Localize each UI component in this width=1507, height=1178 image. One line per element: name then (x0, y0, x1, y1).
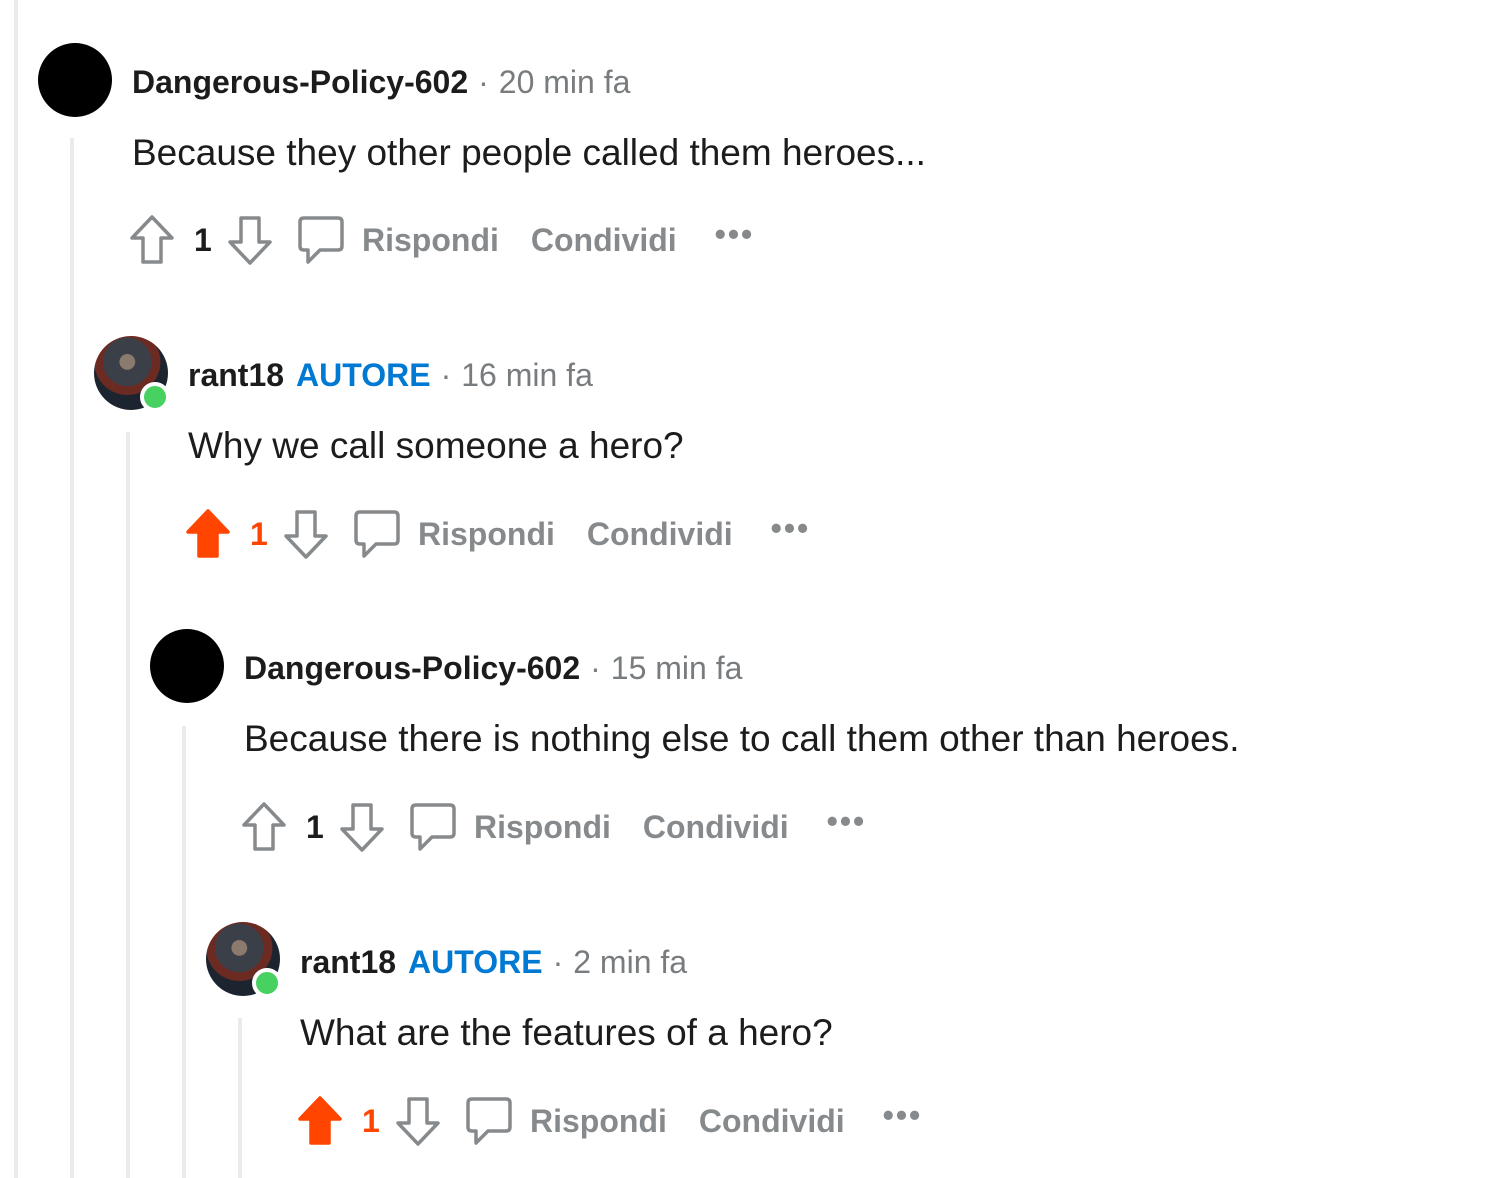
comment-meta: Dangerous-Policy-602 · 15 min fa (244, 648, 742, 688)
upvote-icon[interactable] (240, 801, 288, 853)
comment-bubble-icon (354, 510, 400, 558)
comment-bubble-icon (298, 216, 344, 264)
avatar[interactable] (150, 629, 224, 703)
comment-body: Why we call someone a hero? (188, 425, 684, 466)
thread-line-root[interactable] (14, 0, 18, 1178)
comment-bubble-icon (466, 1097, 512, 1145)
more-options-button[interactable]: ••• (771, 510, 811, 547)
vote-score: 1 (250, 515, 268, 552)
more-options-button[interactable]: ••• (715, 216, 755, 253)
reply-label: Rispondi (362, 221, 499, 258)
comment-meta: Dangerous-Policy-602 · 20 min fa (132, 62, 630, 102)
author-name[interactable]: Dangerous-Policy-602 (244, 650, 580, 687)
vote-score: 1 (306, 808, 324, 845)
comment-actions: 1 Rispondi Condividi ••• (296, 1093, 922, 1149)
comment-body: What are the features of a hero? (300, 1012, 833, 1053)
thread-line-level-1[interactable] (70, 138, 74, 1178)
avatar[interactable] (94, 336, 170, 412)
comment-timestamp[interactable]: 16 min fa (461, 357, 593, 394)
author-name[interactable]: rant18 (188, 357, 284, 394)
thread-line-level-4[interactable] (238, 1018, 242, 1178)
upvote-icon[interactable] (296, 1095, 344, 1147)
meta-separator: · (552, 943, 564, 980)
reply-button[interactable]: Rispondi (352, 508, 555, 560)
share-button[interactable]: Condividi (643, 809, 789, 846)
online-status-indicator (252, 968, 282, 998)
comment-bubble-icon (410, 803, 456, 851)
reply-label: Rispondi (418, 515, 555, 552)
comment-meta: rant18 AUTORE · 16 min fa (188, 355, 593, 395)
share-button[interactable]: Condividi (699, 1103, 845, 1140)
downvote-icon[interactable] (282, 508, 330, 560)
reply-label: Rispondi (530, 1102, 667, 1139)
upvote-icon[interactable] (184, 508, 232, 560)
comment-body: Because there is nothing else to call th… (244, 718, 1240, 759)
downvote-icon[interactable] (338, 801, 386, 853)
comment-actions: 1 Rispondi Condividi ••• (184, 506, 810, 562)
reply-button[interactable]: Rispondi (296, 214, 499, 266)
thread-line-level-3[interactable] (182, 726, 186, 1178)
more-options-button[interactable]: ••• (883, 1097, 923, 1134)
comment-timestamp[interactable]: 20 min fa (499, 64, 631, 101)
author-name[interactable]: Dangerous-Policy-602 (132, 64, 468, 101)
reply-button[interactable]: Rispondi (464, 1095, 667, 1147)
vote-score: 1 (194, 221, 212, 258)
comment-timestamp[interactable]: 15 min fa (611, 650, 743, 687)
share-button[interactable]: Condividi (587, 516, 733, 553)
comment-body: Because they other people called them he… (132, 132, 926, 173)
comment-meta: rant18 AUTORE · 2 min fa (300, 942, 687, 982)
meta-separator: · (478, 63, 489, 100)
upvote-icon[interactable] (128, 214, 176, 266)
downvote-icon[interactable] (226, 214, 274, 266)
share-button[interactable]: Condividi (531, 222, 677, 259)
comment-thread: Dangerous-Policy-602 · 20 min fa Because… (0, 0, 1507, 1178)
thread-line-level-2[interactable] (126, 432, 130, 1178)
comment-actions: 1 Rispondi Condividi ••• (128, 212, 754, 268)
meta-separator: · (590, 649, 601, 686)
author-name[interactable]: rant18 (300, 944, 396, 981)
online-status-indicator (140, 382, 170, 412)
more-options-button[interactable]: ••• (827, 803, 867, 840)
avatar[interactable] (206, 922, 282, 998)
reply-label: Rispondi (474, 808, 611, 845)
comment-timestamp[interactable]: 2 min fa (573, 944, 687, 981)
avatar[interactable] (38, 43, 112, 117)
meta-separator: · (440, 356, 452, 393)
vote-score: 1 (362, 1102, 380, 1139)
op-badge: AUTORE (408, 943, 543, 980)
downvote-icon[interactable] (394, 1095, 442, 1147)
reply-button[interactable]: Rispondi (408, 801, 611, 853)
op-badge: AUTORE (296, 356, 431, 393)
comment-actions: 1 Rispondi Condividi ••• (240, 799, 866, 855)
